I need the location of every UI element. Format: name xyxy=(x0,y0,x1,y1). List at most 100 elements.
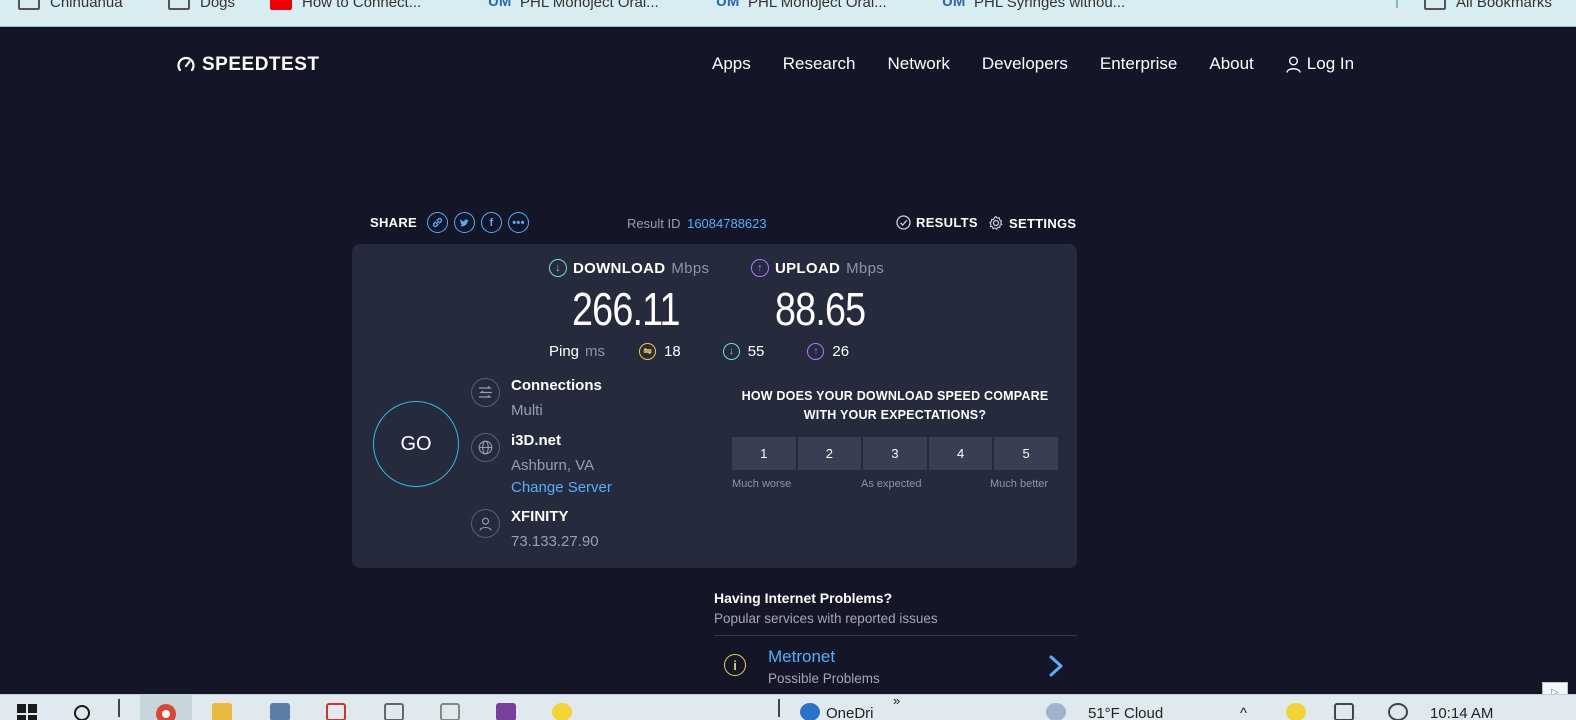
upload-value: 88.65 xyxy=(775,283,866,335)
upload-arrow-icon: ↑ xyxy=(807,343,825,360)
youtube-icon xyxy=(270,0,292,10)
divider xyxy=(714,635,1077,636)
nav-developers[interactable]: Developers xyxy=(982,54,1068,74)
survey-question: HOW DOES YOUR DOWNLOAD SPEED COMPARE WIT… xyxy=(741,389,1049,422)
info-icon: i xyxy=(724,654,746,676)
site-header: SPEEDTEST Apps Research Network Develope… xyxy=(0,28,1576,102)
rating-option-5[interactable]: 5 xyxy=(994,437,1058,470)
facebook-icon[interactable]: f xyxy=(481,212,503,233)
chevron-up-icon[interactable]: ^ xyxy=(1240,705,1247,720)
bookmark-item-all[interactable]: All Bookmarks xyxy=(1424,0,1552,12)
battery-icon[interactable] xyxy=(1334,703,1354,720)
download-value: 266.11 xyxy=(572,283,680,335)
chrome-icon[interactable] xyxy=(155,703,177,720)
rating-option-2[interactable]: 2 xyxy=(797,437,862,470)
connections-value: Multi xyxy=(511,402,543,419)
bookmarks-bar: Chihuahua Dogs How to Connect... UM PHL … xyxy=(0,0,1576,27)
ping-idle: ⇋ 18 xyxy=(639,343,681,360)
download-arrow-icon: ↓ xyxy=(722,343,740,360)
app-icon[interactable] xyxy=(440,703,460,720)
gauge-icon xyxy=(177,56,195,72)
rating-option-1[interactable]: 1 xyxy=(732,437,796,470)
nav-apps[interactable]: Apps xyxy=(712,54,751,74)
weather-icon xyxy=(1046,703,1066,720)
login-link[interactable]: Log In xyxy=(1286,54,1354,74)
globe-icon xyxy=(471,433,500,462)
folder-icon xyxy=(1424,0,1446,10)
search-icon[interactable] xyxy=(72,703,94,720)
share-bar: SHARE f ••• xyxy=(370,212,530,233)
taskbar: OneDri » 51°F Cloud ^ 10:14 AM xyxy=(0,694,1576,720)
server-location: Ashburn, VA xyxy=(511,457,595,474)
twitter-icon[interactable] xyxy=(454,212,476,233)
nav-about[interactable]: About xyxy=(1209,54,1253,74)
change-server-link[interactable]: Change Server xyxy=(511,479,612,496)
bookmark-separator xyxy=(1396,0,1398,8)
um-icon: UM xyxy=(942,0,966,10)
check-circle-icon xyxy=(896,215,911,230)
upload-label: ↑ UPLOAD Mbps xyxy=(751,259,884,277)
bookmark-item[interactable]: UM PHL Monoject Oral... xyxy=(488,0,659,12)
ping-unit: ms xyxy=(585,343,606,360)
network-icon[interactable] xyxy=(1388,703,1408,720)
settings-button[interactable]: SETTINGS xyxy=(988,215,1076,231)
onenote-icon[interactable] xyxy=(496,703,516,720)
app-icon[interactable] xyxy=(384,703,404,720)
server-name: i3D.net xyxy=(511,432,562,449)
ping-row: Ping ms ⇋ 18 ↓ 55 ↑ 26 xyxy=(549,343,849,360)
problems-title: Having Internet Problems? xyxy=(714,590,893,606)
problem-service-status: Possible Problems xyxy=(768,671,880,686)
go-button[interactable]: GO xyxy=(373,401,459,487)
speedtest-logo[interactable]: SPEEDTEST xyxy=(176,54,319,76)
windows-start-icon[interactable] xyxy=(16,703,38,720)
results-panel: ↓ DOWNLOAD Mbps 266.11 ↑ UPLOAD Mbps 88.… xyxy=(352,244,1077,568)
ping-label: Ping xyxy=(549,343,580,360)
bookmark-item[interactable]: Chihuahua xyxy=(18,0,123,12)
chevron-double-right-icon[interactable]: » xyxy=(893,695,900,708)
bookmark-item[interactable]: Dogs xyxy=(168,0,235,12)
rating-low-label: Much worse xyxy=(732,478,792,490)
taskbar-divider xyxy=(118,699,120,717)
result-id-link[interactable]: 16084788623 xyxy=(687,216,767,231)
onedrive-label[interactable]: OneDri xyxy=(826,705,874,720)
calculator-icon[interactable] xyxy=(270,703,290,720)
download-arrow-icon: ↓ xyxy=(549,259,567,277)
rating-option-3[interactable]: 3 xyxy=(863,437,927,470)
ping-upload: ↑ 26 xyxy=(807,343,849,360)
bookmark-item[interactable]: UM PHL Monoject Oral... xyxy=(716,0,887,12)
problems-subtitle: Popular services with reported issues xyxy=(714,611,938,626)
taskbar-divider xyxy=(778,699,780,717)
rating-high-label: Much better xyxy=(990,478,1049,490)
connections-icon xyxy=(471,378,500,407)
main-nav: Apps Research Network Developers Enterpr… xyxy=(712,54,1354,74)
isp-name: XFINITY xyxy=(511,508,569,525)
file-explorer-icon[interactable] xyxy=(212,703,232,720)
ping-download: ↓ 55 xyxy=(722,343,764,360)
results-button[interactable]: RESULTS xyxy=(896,215,978,230)
clock[interactable]: 10:14 AM xyxy=(1430,705,1493,720)
chevron-right-icon[interactable] xyxy=(1046,654,1066,678)
bookmark-item[interactable]: UM PHL Syringes withou... xyxy=(942,0,1125,12)
rating-mid-label: As expected xyxy=(861,478,922,490)
link-icon[interactable] xyxy=(427,212,449,233)
more-icon[interactable]: ••• xyxy=(508,212,530,233)
nav-research[interactable]: Research xyxy=(783,54,856,74)
um-icon: UM xyxy=(488,0,512,10)
survey-rating: 1 2 3 4 5 xyxy=(732,437,1058,470)
um-icon: UM xyxy=(716,0,740,10)
rating-option-4[interactable]: 4 xyxy=(928,437,993,470)
user-icon xyxy=(1286,56,1301,73)
problem-service-name[interactable]: Metronet xyxy=(768,647,835,667)
download-label: ↓ DOWNLOAD Mbps xyxy=(549,259,709,277)
app-icon[interactable] xyxy=(552,703,572,720)
onedrive-icon[interactable] xyxy=(800,703,820,720)
result-id: Result ID 16084788623 xyxy=(627,216,767,231)
app-icon[interactable] xyxy=(326,703,346,720)
nav-enterprise[interactable]: Enterprise xyxy=(1100,54,1177,74)
gear-icon xyxy=(989,215,1003,230)
tray-app-icon[interactable] xyxy=(1286,703,1306,720)
weather-text[interactable]: 51°F Cloud xyxy=(1088,705,1163,720)
bookmark-item[interactable]: How to Connect... xyxy=(270,0,421,12)
nav-network[interactable]: Network xyxy=(888,54,950,74)
user-icon xyxy=(471,509,500,538)
